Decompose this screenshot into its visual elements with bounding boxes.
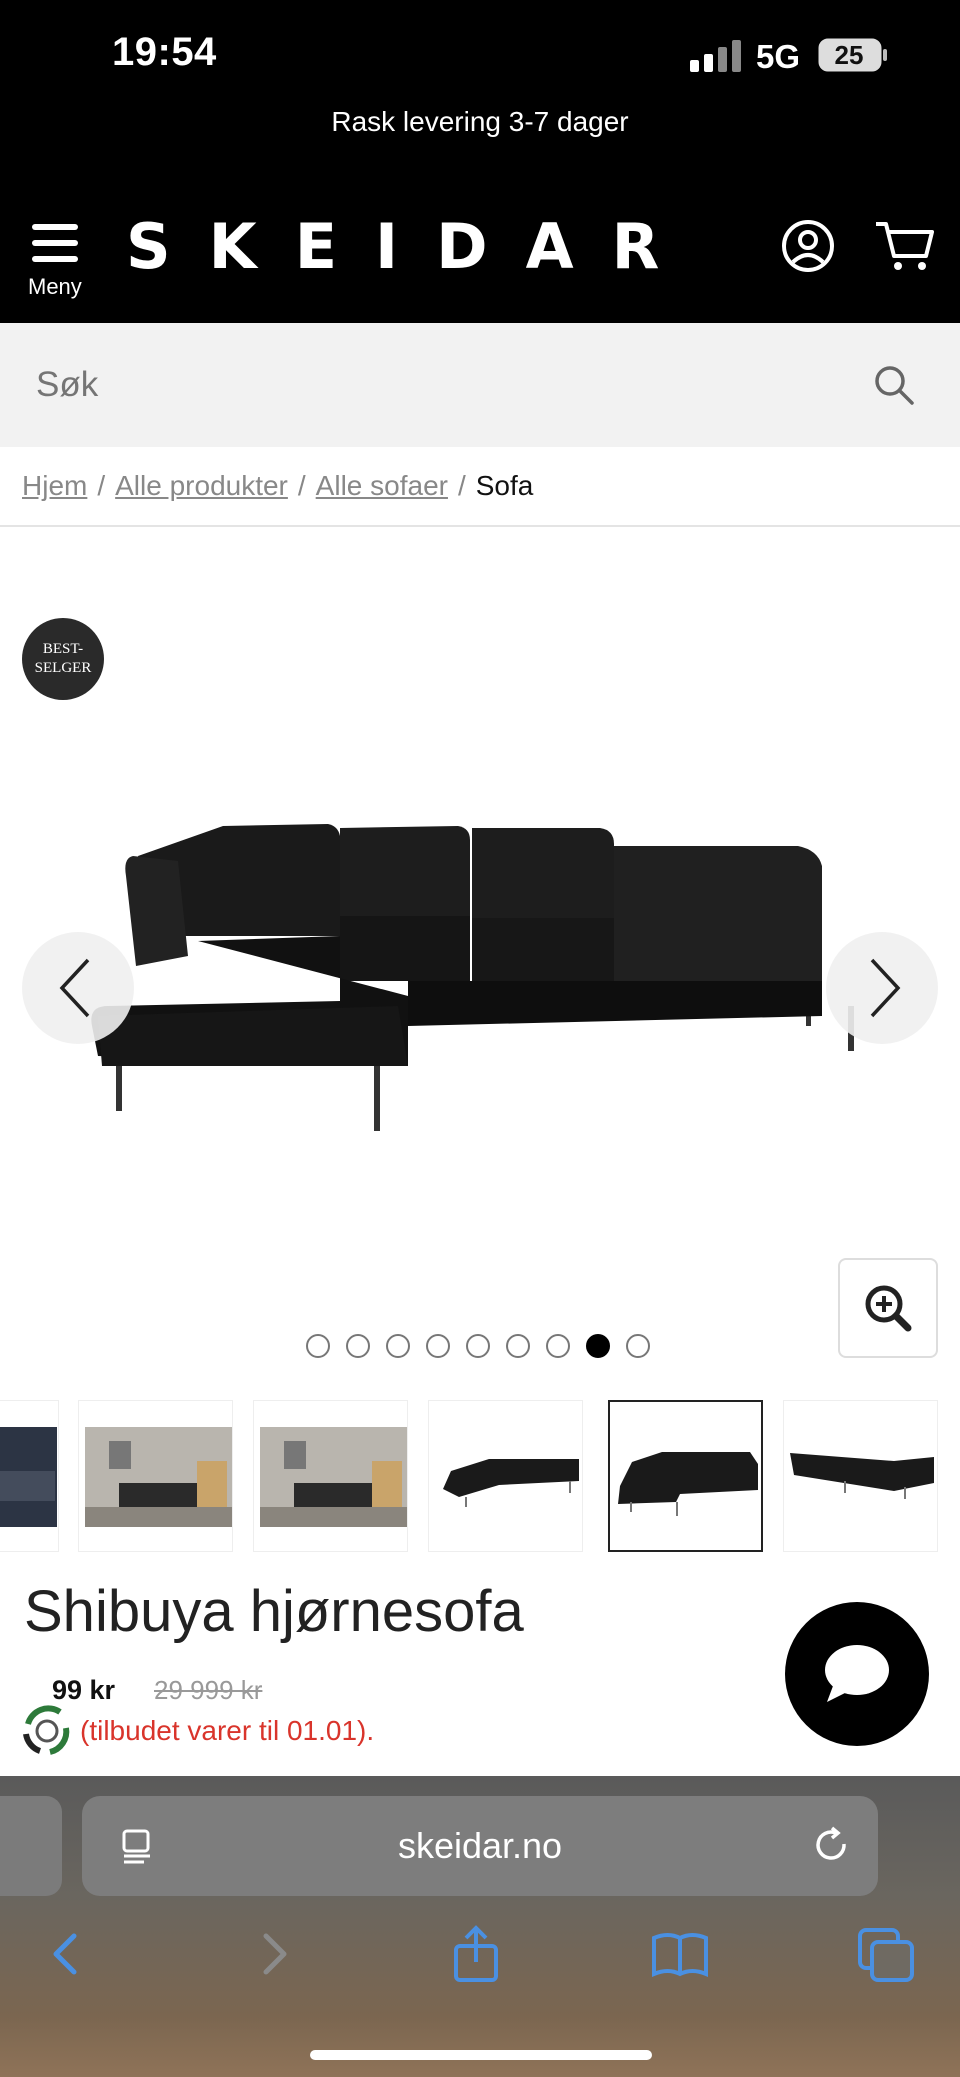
- pagination-dot[interactable]: [506, 1334, 530, 1358]
- hamburger-line: [32, 256, 78, 262]
- eco-recycle-icon[interactable]: [14, 1698, 80, 1764]
- pagination-dot[interactable]: [466, 1334, 490, 1358]
- breadcrumb-current: Sofa: [475, 470, 534, 501]
- cellular-signal-icon: [690, 40, 741, 72]
- thumbnail-sofa-side[interactable]: [428, 1400, 583, 1552]
- previous-tab-preview[interactable]: [0, 1796, 62, 1896]
- thumbnail-sofa-front[interactable]: [608, 1400, 763, 1552]
- breadcrumb-link-all-sofas[interactable]: Alle sofaer: [316, 470, 448, 501]
- chevron-right-icon: [870, 958, 901, 1018]
- pagination-dot[interactable]: [626, 1334, 650, 1358]
- menu-label: Meny: [28, 274, 82, 299]
- user-circle-icon[interactable]: [780, 218, 836, 274]
- battery-level: 25: [834, 40, 864, 70]
- offer-text: (tilbudet varer til 01.01).: [80, 1715, 375, 1746]
- breadcrumb-separator: /: [97, 470, 106, 501]
- search-input[interactable]: [0, 323, 860, 447]
- browser-toolbar: skeidar.no: [0, 1776, 960, 2077]
- thumbnail-strip: [0, 1400, 960, 1555]
- thumbnail-living-room-2[interactable]: [253, 1400, 408, 1552]
- network-type: 5G: [756, 38, 801, 75]
- shopping-cart-icon[interactable]: [874, 218, 936, 274]
- thumbnail-dark-room[interactable]: [0, 1400, 59, 1552]
- sofa-product-image[interactable]: [78, 766, 888, 1136]
- share-icon[interactable]: [446, 1924, 506, 1984]
- chat-button[interactable]: [785, 1602, 929, 1746]
- status-time: 19:54: [112, 30, 217, 74]
- pagination-dot[interactable]: [426, 1334, 450, 1358]
- zoom-button[interactable]: [838, 1258, 938, 1358]
- breadcrumb-link-all-products[interactable]: Alle produkter: [115, 470, 288, 501]
- bookmarks-icon[interactable]: [650, 1924, 710, 1984]
- pagination-dot[interactable]: [306, 1334, 330, 1358]
- pagination-dot[interactable]: [386, 1334, 410, 1358]
- tabs-icon[interactable]: [856, 1924, 916, 1984]
- pagination-dot[interactable]: [546, 1334, 570, 1358]
- bestseller-badge: BEST- SELGER: [22, 618, 104, 700]
- home-indicator[interactable]: [310, 2050, 652, 2060]
- site-header: Meny SKEIDAR: [0, 180, 960, 323]
- forward-arrow-icon[interactable]: [244, 1924, 304, 1984]
- breadcrumb-separator: /: [297, 470, 306, 501]
- breadcrumb-separator: /: [457, 470, 466, 501]
- back-arrow-icon[interactable]: [36, 1924, 96, 1984]
- url-bar[interactable]: skeidar.no: [82, 1796, 878, 1896]
- reload-icon[interactable]: [810, 1824, 852, 1866]
- chat-bubble-icon: [825, 1645, 889, 1702]
- pagination-dot[interactable]: [346, 1334, 370, 1358]
- url-text: skeidar.no: [397, 1825, 563, 1866]
- hamburger-line: [32, 240, 78, 246]
- thumbnail-living-room-1[interactable]: [78, 1400, 233, 1552]
- status-bar: 19:54 5G 25: [0, 0, 960, 100]
- menu-button[interactable]: Meny: [22, 218, 94, 300]
- chevron-left-icon: [59, 958, 90, 1018]
- thumbnail-sofa-back[interactable]: [783, 1400, 938, 1552]
- next-image-button[interactable]: [826, 932, 938, 1044]
- product-gallery: BEST- SELGER: [0, 528, 960, 1378]
- gallery-pagination: [306, 1334, 650, 1360]
- badge-line-2: SELGER: [34, 660, 92, 676]
- divider: [0, 525, 960, 527]
- search-bar: [0, 323, 960, 447]
- breadcrumb: Hjem / Alle produkter / Alle sofaer / Sofa: [22, 470, 533, 502]
- product-title: Shibuya hjørnesofa: [24, 1579, 524, 1644]
- original-price: 29 999 kr: [154, 1675, 263, 1705]
- search-icon[interactable]: [872, 363, 916, 407]
- breadcrumb-link-home[interactable]: Hjem: [22, 470, 87, 501]
- prev-image-button[interactable]: [22, 932, 134, 1044]
- badge-line-1: BEST-: [42, 641, 84, 657]
- promo-banner: Rask levering 3-7 dager: [0, 100, 960, 180]
- hamburger-icon: [32, 224, 78, 230]
- pagination-dot[interactable]: [586, 1334, 610, 1358]
- skeidar-logo[interactable]: SKEIDAR: [126, 210, 697, 283]
- zoom-in-icon: [865, 1285, 912, 1332]
